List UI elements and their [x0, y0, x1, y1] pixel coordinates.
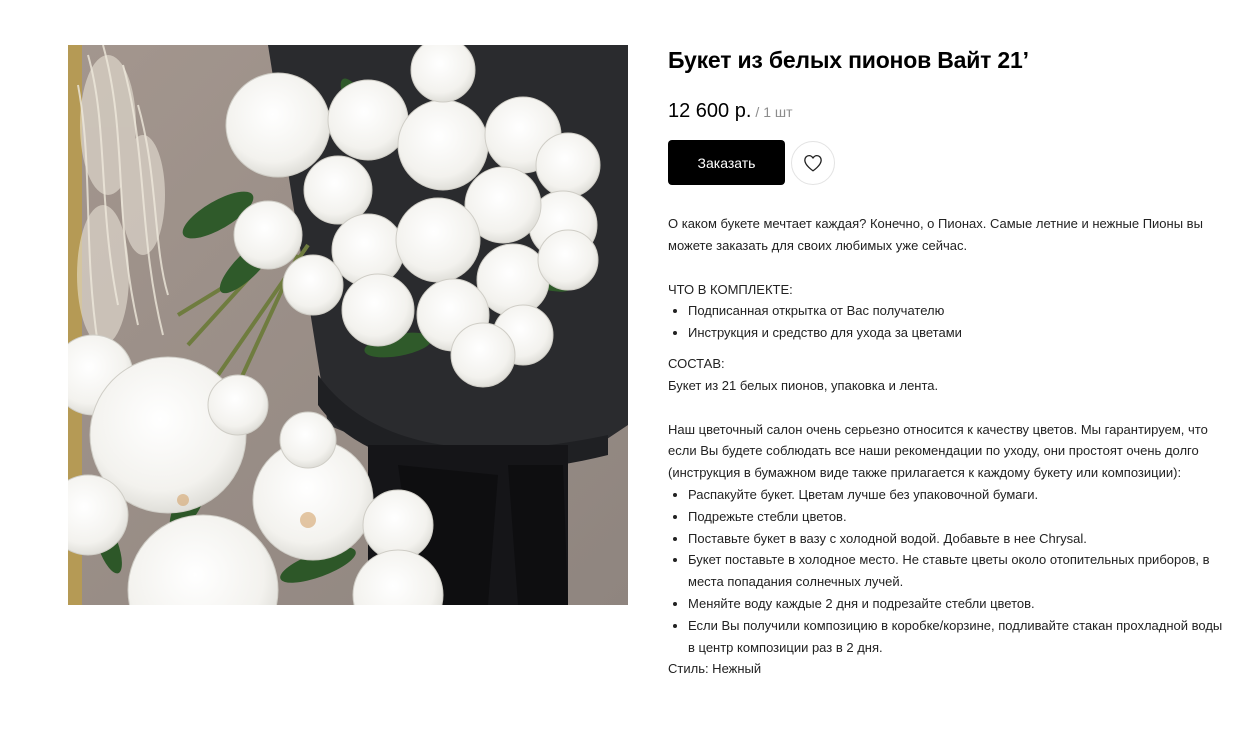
- list-item: Меняйте воду каждые 2 дня и подрезайте с…: [688, 593, 1228, 615]
- care-intro: Наш цветочный салон очень серьезно относ…: [668, 421, 1208, 481]
- list-item: Подрежьте стебли цветов.: [688, 506, 1228, 528]
- price-unit: / 1 шт: [755, 104, 793, 120]
- product-photo[interactable]: [68, 45, 628, 605]
- product-description: О каком букете мечтает каждая? Конечно, …: [668, 213, 1228, 680]
- peony-bouquet-image: [68, 45, 628, 605]
- list-item: Если Вы получили композицию в коробке/ко…: [688, 615, 1228, 659]
- list-item: Поставьте букет в вазу с холодной водой.…: [688, 528, 1228, 550]
- product-title: Букет из белых пионов Вайт 21’: [668, 47, 1029, 73]
- list-item: Букет поставьте в холодное место. Не ста…: [688, 549, 1228, 593]
- description-intro: О каком букете мечтает каждая? Конечно, …: [668, 216, 1203, 253]
- price-row: 12 600 р. / 1 шт: [668, 97, 1228, 125]
- favorite-button[interactable]: [791, 140, 835, 185]
- list-item: Инструкция и средство для ухода за цвета…: [688, 322, 1228, 344]
- heart-outline-icon: [804, 154, 822, 171]
- kit-heading: ЧТО В КОМПЛЕКТЕ:: [668, 281, 793, 297]
- care-list: Распакуйте букет. Цветам лучше без упако…: [668, 484, 1228, 658]
- composition-heading: СОСТАВ:: [668, 355, 725, 371]
- list-item: Подписанная открытка от Вас получателю: [688, 300, 1228, 322]
- list-item: Распакуйте букет. Цветам лучше без упако…: [688, 484, 1228, 506]
- product-page: Букет из белых пионов Вайт 21’ 12 600 р.…: [0, 0, 1257, 737]
- product-actions: Заказать: [668, 140, 1228, 185]
- composition-text: Букет из 21 белых пионов, упаковка и лен…: [668, 377, 939, 393]
- product-info: Букет из белых пионов Вайт 21’ 12 600 р.…: [668, 44, 1228, 680]
- kit-list: Подписанная открытка от Вас получателю И…: [668, 300, 1228, 344]
- style-line: Стиль: Нежный: [668, 661, 762, 677]
- order-button[interactable]: Заказать: [668, 140, 785, 185]
- product-price: 12 600 р.: [668, 100, 752, 122]
